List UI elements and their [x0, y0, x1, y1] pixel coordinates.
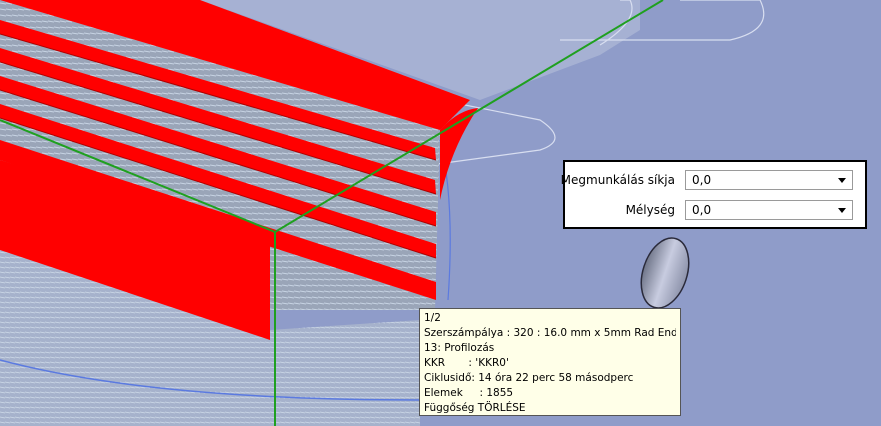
tooltip-dependency: Függőség TÖRLÉSE: [424, 402, 526, 414]
machined-curved-region-2: [270, 320, 420, 426]
tooltip-strategy: 13: Profilozás: [424, 342, 495, 354]
chevron-down-icon[interactable]: [838, 178, 846, 183]
tooltip-toolpath: Szerszámpálya : 320 : 16.0 mm x 5mm Rad …: [424, 327, 676, 339]
machining-plane-value: 0,0: [692, 173, 712, 187]
chevron-down-icon[interactable]: [838, 208, 846, 213]
depth-value: 0,0: [692, 203, 712, 217]
depth-select[interactable]: 0,0: [685, 200, 853, 220]
tooltip-kkr: KKR : 'KKR0': [424, 357, 509, 369]
machining-plane-row: Megmunkálás síkja 0,0: [561, 170, 865, 192]
tooltip-elements: Elemek : 1855: [424, 387, 514, 399]
toolpath-info-tooltip: 1/2 Szerszámpálya : 320 : 16.0 mm x 5mm …: [419, 308, 681, 416]
tooltip-cycle-time: Ciklusidő: 14 óra 22 perc 58 másodperc: [424, 372, 634, 384]
depth-row: Mélység 0,0: [565, 200, 865, 222]
parameter-panel: Megmunkálás síkja 0,0 Mélység 0,0: [561, 160, 867, 229]
tooltip-page-index: 1/2: [424, 312, 441, 324]
depth-label: Mélység: [625, 203, 675, 217]
machining-plane-label: Megmunkálás síkja: [560, 173, 675, 187]
machining-plane-select[interactable]: 0,0: [685, 170, 853, 190]
